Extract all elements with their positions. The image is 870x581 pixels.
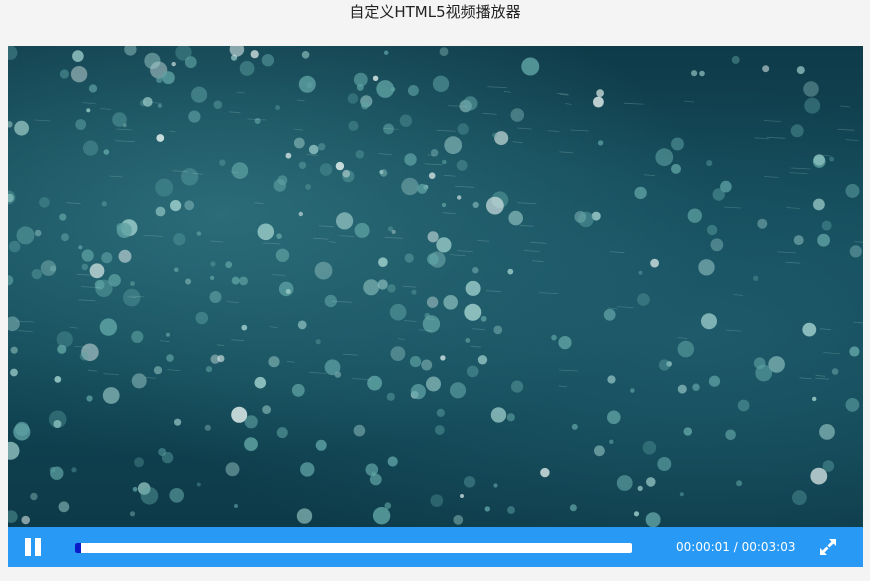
duration: 00:03:03 (741, 540, 796, 554)
video-player[interactable]: 00:00:01 / 00:03:03 (8, 46, 863, 567)
fullscreen-button[interactable] (817, 536, 839, 558)
pause-button[interactable] (22, 536, 44, 558)
underwater-bubbles-image (8, 46, 863, 527)
progress-bar[interactable] (75, 543, 632, 553)
control-bar: 00:00:01 / 00:03:03 (8, 527, 863, 567)
page-title: 自定义HTML5视频播放器 (349, 3, 521, 21)
time-separator: / (729, 540, 742, 554)
video-frame[interactable] (8, 46, 863, 527)
expand-icon (820, 539, 836, 555)
current-time: 00:00:01 (676, 540, 730, 554)
progress-fill (75, 543, 81, 553)
pause-icon (25, 538, 31, 556)
time-display: 00:00:01 / 00:03:03 (676, 539, 795, 555)
